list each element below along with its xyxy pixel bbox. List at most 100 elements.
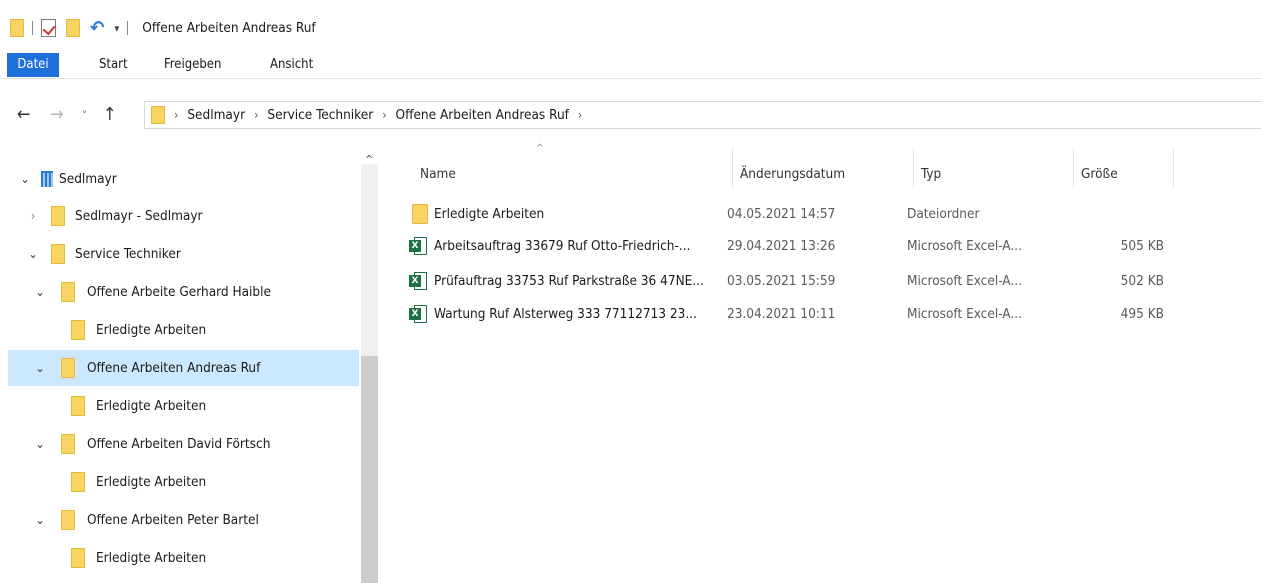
tree-item-erledigte-arbeiten[interactable]: Erledigte Arbeiten	[8, 312, 359, 348]
file-row[interactable]: X Arbeitsauftrag 33679 Ruf Otto-Friedric…	[404, 233, 1174, 259]
folder-icon	[151, 106, 165, 124]
folder-icon	[51, 206, 65, 226]
column-divider[interactable]	[1173, 148, 1174, 188]
separator	[127, 21, 129, 35]
tree-item-offene-arbeiten-andreas-ruf[interactable]: ⌄ Offene Arbeiten Andreas Ruf	[8, 350, 359, 386]
customize-dropdown-icon[interactable]: ▾	[114, 22, 119, 35]
properties-icon[interactable]	[41, 19, 56, 37]
chevron-down-icon[interactable]: ⌄	[19, 172, 31, 186]
file-row[interactable]: Erledigte Arbeiten 04.05.2021 14:57 Date…	[404, 201, 1174, 227]
column-header-name[interactable]: Name	[412, 154, 732, 194]
separator	[32, 21, 33, 35]
tree-item-sedlmayr[interactable]: ⌄ Sedlmayr	[8, 161, 359, 197]
file-size: 505 KB	[1120, 238, 1164, 254]
folder-icon	[61, 434, 75, 454]
folder-icon	[71, 396, 85, 416]
tree-item-label: Service Techniker	[75, 246, 181, 262]
tree-item-erledigte-arbeiten[interactable]: Erledigte Arbeiten	[8, 388, 359, 424]
address-bar[interactable]: › Sedlmayr › Service Techniker › Offene …	[144, 101, 1261, 129]
ribbon: Datei Start Freigeben Ansicht	[0, 48, 1261, 78]
chevron-right-icon[interactable]: ›	[27, 209, 39, 223]
folder-icon	[51, 244, 65, 264]
window-title: Offene Arbeiten Andreas Ruf	[142, 20, 316, 36]
breadcrumb-offene-arbeiten-andreas-ruf[interactable]: Offene Arbeiten Andreas Ruf	[396, 107, 569, 123]
folder-icon	[61, 282, 75, 302]
tree-item-label: Sedlmayr	[59, 171, 117, 187]
file-type: Dateiordner	[907, 206, 980, 222]
tree-item-label: Erledigte Arbeiten	[96, 322, 207, 338]
tab-freigeben[interactable]: Freigeben	[164, 53, 221, 77]
folder-icon	[61, 358, 75, 378]
file-date: 04.05.2021 14:57	[727, 206, 836, 222]
column-header-size[interactable]: Größe	[1073, 154, 1173, 194]
tree-item-erledigte-arbeiten[interactable]: Erledigte Arbeiten	[8, 464, 359, 500]
tree-item-erledigte-arbeiten[interactable]: Erledigte Arbeiten	[8, 540, 359, 576]
tree-item-label: Erledigte Arbeiten	[96, 474, 207, 490]
navigation-bar: ← → ˅ ↑ › Sedlmayr › Service Techniker ›…	[0, 96, 1261, 134]
tree-item-sedlmayr-sedlmayr[interactable]: › Sedlmayr - Sedlmayr	[8, 198, 359, 234]
tree-item-label: Sedlmayr - Sedlmayr	[75, 208, 203, 224]
file-size: 495 KB	[1120, 306, 1164, 322]
tree-item-offene-arbeiten-peter-bartel[interactable]: ⌄ Offene Arbeiten Peter Bartel	[8, 502, 359, 538]
tree-item-label: Offene Arbeite Gerhard Haible	[87, 284, 271, 300]
file-row[interactable]: X Prüfauftrag 33753 Ruf Parkstraße 36 47…	[404, 268, 1174, 294]
recent-locations-chevron-icon[interactable]: ˅	[82, 109, 87, 122]
breadcrumb-service-techniker[interactable]: Service Techniker	[267, 107, 373, 123]
tree-item-offene-arbeiten-david-foertsch[interactable]: ⌄ Offene Arbeiten David Förtsch	[8, 426, 359, 462]
quick-access-toolbar: ↶ ▾ Offene Arbeiten Andreas Ruf	[10, 17, 316, 39]
excel-icon: X	[409, 272, 427, 290]
breadcrumb-separator-icon[interactable]: ›	[174, 108, 178, 122]
file-size: 502 KB	[1120, 273, 1164, 289]
file-row[interactable]: X Wartung Ruf Alsterweg 333 77112713 23.…	[404, 301, 1174, 327]
tree-item-label: Offene Arbeiten David Förtsch	[87, 436, 271, 452]
forward-arrow-icon[interactable]: →	[50, 104, 64, 125]
file-name: Erledigte Arbeiten	[434, 206, 545, 222]
tree-item-label: Offene Arbeiten Peter Bartel	[87, 512, 259, 528]
file-type: Microsoft Excel-A...	[907, 238, 1022, 254]
folder-icon	[71, 472, 85, 492]
chevron-down-icon[interactable]: ⌄	[34, 437, 46, 451]
tree-item-label: Erledigte Arbeiten	[96, 398, 207, 414]
chevron-down-icon[interactable]: ⌄	[34, 285, 46, 299]
tab-ansicht[interactable]: Ansicht	[270, 53, 313, 77]
breadcrumb-separator-icon[interactable]: ›	[254, 108, 258, 122]
tree-item-label: Offene Arbeiten Andreas Ruf	[87, 360, 261, 376]
folder-icon	[71, 320, 85, 340]
file-name: Wartung Ruf Alsterweg 333 77112713 23...	[434, 306, 697, 322]
chevron-down-icon[interactable]: ⌄	[34, 513, 46, 527]
column-header-type[interactable]: Typ	[913, 154, 1073, 194]
undo-icon[interactable]: ↶	[90, 17, 104, 39]
column-header-date[interactable]: Änderungsdatum	[732, 154, 912, 194]
tree-item-offene-arbeite-gerhard-haible[interactable]: ⌄ Offene Arbeite Gerhard Haible	[8, 274, 359, 310]
file-list: ^ Name Änderungsdatum Typ Größe Erledigt…	[380, 140, 1261, 583]
navigation-pane: ⌄ Sedlmayr › Sedlmayr - Sedlmayr ⌄ Servi…	[0, 152, 380, 583]
chevron-down-icon[interactable]: ⌄	[27, 247, 39, 261]
tree-item-service-techniker[interactable]: ⌄ Service Techniker	[8, 236, 359, 272]
breadcrumb-separator-icon[interactable]: ›	[578, 108, 582, 122]
excel-icon: X	[409, 305, 427, 323]
new-folder-icon[interactable]	[66, 19, 80, 37]
file-type: Microsoft Excel-A...	[907, 306, 1022, 322]
file-date: 23.04.2021 10:11	[727, 306, 836, 322]
folder-icon	[10, 19, 24, 37]
building-icon	[41, 171, 53, 187]
chevron-down-icon[interactable]: ⌄	[34, 361, 46, 375]
tree-item-label: Erledigte Arbeiten	[96, 550, 207, 566]
breadcrumb-sedlmayr[interactable]: Sedlmayr	[187, 107, 245, 123]
sort-ascending-icon: ^	[536, 143, 544, 154]
scrollbar-thumb[interactable]	[361, 356, 378, 583]
back-arrow-icon[interactable]: ←	[17, 104, 31, 125]
ribbon-divider	[0, 78, 1261, 79]
title-bar: ↶ ▾ Offene Arbeiten Andreas Ruf	[0, 0, 1261, 48]
excel-icon: X	[409, 237, 427, 255]
file-name: Prüfauftrag 33753 Ruf Parkstraße 36 47NE…	[434, 273, 704, 289]
tab-start[interactable]: Start	[99, 53, 128, 77]
file-size	[1067, 201, 1164, 227]
folder-icon	[412, 204, 428, 224]
file-date: 03.05.2021 15:59	[727, 273, 836, 289]
folder-icon	[61, 510, 75, 530]
breadcrumb-separator-icon[interactable]: ›	[382, 108, 386, 122]
tab-datei[interactable]: Datei	[7, 53, 59, 77]
up-arrow-icon[interactable]: ↑	[103, 104, 117, 125]
file-type: Microsoft Excel-A...	[907, 273, 1022, 289]
